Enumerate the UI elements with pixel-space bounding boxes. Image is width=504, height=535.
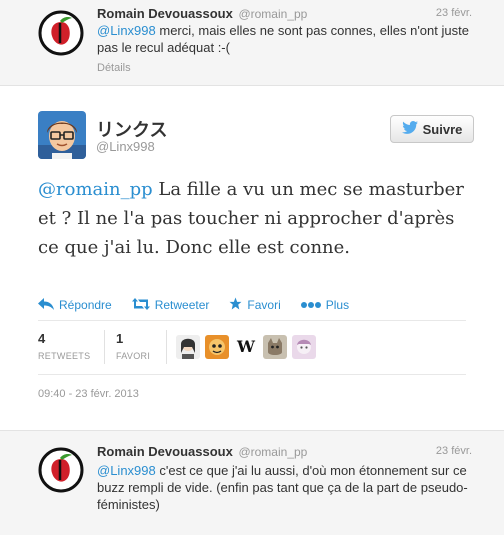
ellipsis-icon	[300, 298, 321, 312]
retweets-stat[interactable]: 4 RETWEETS	[38, 331, 90, 361]
follow-button[interactable]: Suivre	[390, 115, 474, 143]
follow-label: Suivre	[422, 121, 463, 137]
pirate-party-icon[interactable]	[38, 447, 84, 493]
favoriter-avatar[interactable]	[205, 335, 229, 359]
avatar[interactable]	[38, 111, 86, 159]
tweet-date[interactable]: 23 févr.	[436, 445, 472, 457]
star-icon	[229, 297, 242, 313]
tweet-timestamp[interactable]: 09:40 - 23 févr. 2013	[38, 388, 139, 400]
mention-link[interactable]: @romain_pp	[38, 179, 153, 200]
author-handle[interactable]: @romain_pp	[238, 445, 307, 459]
twitter-bird-icon	[401, 121, 418, 137]
main-tweet: リンクス @Linx998 Suivre @romain_pp La fille…	[0, 86, 504, 430]
stat-divider	[166, 330, 167, 364]
details-link[interactable]: Détails	[97, 62, 131, 74]
mention-link[interactable]: @Linx998	[97, 23, 156, 38]
author-handle[interactable]: @romain_pp	[238, 7, 307, 21]
author-name[interactable]: Romain Devouassoux @romain_pp	[97, 444, 307, 459]
retweet-icon	[131, 297, 150, 313]
pirate-party-icon[interactable]	[38, 10, 84, 56]
tweet-actions: Répondre Retweeter Favori Plus	[38, 296, 349, 314]
favoriter-avatar[interactable]	[263, 335, 287, 359]
stat-divider	[104, 330, 105, 364]
favorites-stat[interactable]: 1 FAVORI	[116, 331, 150, 361]
tweet-text: @romain_pp La fille a vu un mec se mastu…	[38, 179, 464, 258]
tweet-text: @Linx998 merci, mais elles ne sont pas c…	[97, 23, 469, 55]
favoriter-avatar[interactable]	[176, 335, 200, 359]
user-handle[interactable]: @Linx998	[96, 139, 155, 154]
favoriter-avatar[interactable]	[292, 335, 316, 359]
reply-tweet-top[interactable]: Romain Devouassoux @romain_pp 23 févr. @…	[0, 0, 504, 86]
tweet-date[interactable]: 23 févr.	[436, 7, 472, 19]
mention-link[interactable]: @Linx998	[97, 463, 156, 478]
favoriter-avatar[interactable]: W	[234, 335, 258, 359]
reply-arrow-icon	[38, 297, 54, 313]
tweet-text: @Linx998 c'est ce que j'ai lu aussi, d'o…	[97, 463, 468, 512]
reply-tweet-bottom[interactable]: Romain Devouassoux @romain_pp 23 févr. @…	[0, 430, 504, 535]
favorite-button[interactable]: Favori	[229, 297, 281, 313]
more-button[interactable]: Plus	[300, 298, 349, 312]
reply-button[interactable]: Répondre	[38, 297, 112, 313]
retweet-button[interactable]: Retweeter	[131, 297, 209, 313]
svg-text:W: W	[236, 337, 256, 356]
divider	[38, 320, 466, 321]
divider	[38, 374, 466, 375]
author-name[interactable]: Romain Devouassoux @romain_pp	[97, 6, 307, 21]
